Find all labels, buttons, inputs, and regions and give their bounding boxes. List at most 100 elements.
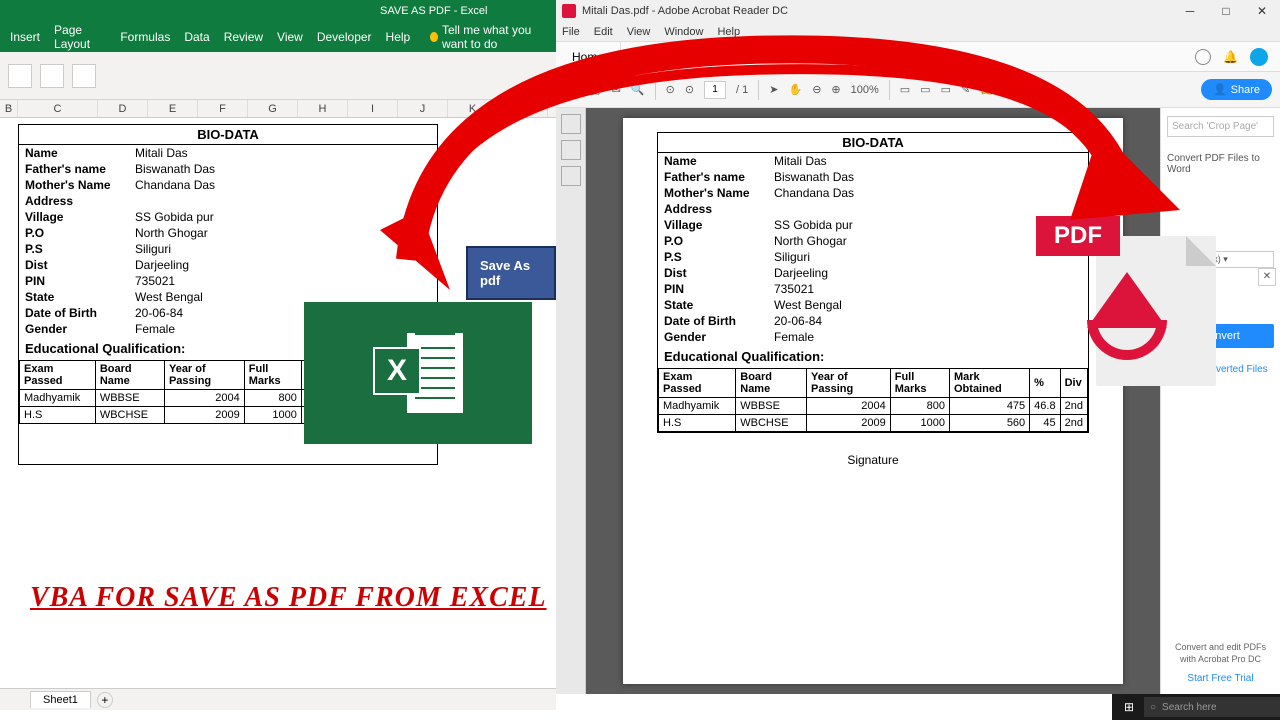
tab-document[interactable]: Mitali Das.pdf✕ [682,42,807,71]
menu-item[interactable]: Edit [594,26,613,38]
acrobat-body: BIO-DATA NameMitali DasFather's nameBisw… [556,108,1280,694]
col-head[interactable]: H [298,100,348,117]
help-icon[interactable] [1195,49,1211,65]
toolbar-button[interactable] [40,64,64,88]
col-head[interactable]: E [148,100,198,117]
tool-icon[interactable]: ▭ [941,83,951,96]
table-cell: WBBSE [95,390,164,407]
page-down-icon[interactable]: ⊙ [685,83,694,96]
ribbon-tab[interactable]: Page Layout [54,23,106,51]
biodata-row: VillageSS Gobida pur [19,209,437,225]
toolbar-button[interactable] [8,64,32,88]
ribbon-tab[interactable]: Data [184,30,209,44]
acrobat-toolbar: 💾 🖨 ✉ 🔍 ⊙ ⊙ / 1 ➤ ✋ ⊖ ⊕ 100% ▭ ▭ ▭ ✎ ✍ 👤… [556,72,1280,108]
col-head[interactable]: J [398,100,448,117]
zoom-out-icon[interactable]: ⊖ [812,83,821,96]
tool-icon[interactable]: ▭ [920,83,930,96]
bookmarks-icon[interactable] [561,140,581,160]
tab-home[interactable]: Home [556,42,621,71]
search-icon[interactable]: 🔍 [631,83,645,96]
edu-header: Board Name [736,369,807,398]
edu-header: Exam Passed [20,361,96,390]
col-head[interactable]: C [18,100,98,117]
attachments-icon[interactable] [561,166,581,186]
biodata-row: Father's nameBiswanath Das [658,169,1088,185]
menu-item[interactable]: Help [717,26,740,38]
sheet-tab[interactable]: Sheet1 [30,691,91,708]
save-as-pdf-button[interactable]: Save As pdf [466,246,556,300]
table-cell: 560 [950,415,1030,432]
close-button[interactable]: ✕ [1250,4,1274,18]
share-button[interactable]: 👤Share [1201,79,1272,100]
start-button[interactable]: ⊞ [1116,696,1142,718]
hand-icon[interactable]: ✋ [788,83,802,96]
biodata-row: Mother's NameChandana Das [658,185,1088,201]
col-head[interactable]: B [0,100,18,117]
menu-item[interactable]: File [562,26,580,38]
promo-text: with Acrobat Pro DC [1167,653,1274,666]
biodata-row: DistDarjeeling [19,257,437,273]
thumbnails-icon[interactable] [561,114,581,134]
add-sheet-button[interactable]: + [97,692,113,708]
panel-close-button[interactable]: ✕ [1258,268,1276,286]
tell-me-search[interactable]: Tell me what you want to do [430,23,556,51]
biodata-row: DistDarjeeling [658,265,1088,281]
menu-item[interactable]: View [627,26,651,38]
print-icon[interactable]: 🖨 [588,83,602,96]
user-avatar-icon[interactable] [1250,48,1268,66]
trial-link[interactable]: Start Free Trial [1167,672,1274,686]
page-up-icon[interactable]: ⊙ [666,83,675,96]
mail-icon[interactable]: ✉ [612,83,621,96]
biodata-row: StateWest Bengal [658,297,1088,313]
edu-header: Full Marks [890,369,949,398]
col-head[interactable]: F [198,100,248,117]
acrobat-title: Mitali Das.pdf - Adobe Acrobat Reader DC [582,5,788,17]
signature-label: Signature [637,453,1109,467]
tool-icon[interactable]: ▭ [900,83,910,96]
minimize-button[interactable]: ─ [1178,4,1202,18]
ribbon-tab[interactable]: Help [386,30,411,44]
save-icon[interactable]: 💾 [564,83,578,96]
toolbar-button[interactable] [72,64,96,88]
table-cell: 475 [950,398,1030,415]
excel-logo-overlay: X [304,302,532,444]
col-head[interactable]: G [248,100,298,117]
biodata-row: Mother's NameChandana Das [19,177,437,193]
table-cell: 2nd [1060,415,1087,432]
edu-header: Exam Passed [659,369,736,398]
ribbon-tab[interactable]: Developer [317,30,372,44]
ribbon-tab[interactable]: Formulas [120,30,170,44]
table-cell: 2nd [1060,398,1087,415]
maximize-button[interactable]: □ [1214,4,1238,18]
page-viewport[interactable]: BIO-DATA NameMitali DasFather's nameBisw… [586,108,1160,694]
tab-tools[interactable]: Tools [621,42,682,71]
bulb-icon [430,32,438,42]
ribbon-tab[interactable]: View [277,30,303,44]
sign-icon[interactable]: ✍ [980,83,994,96]
table-cell: Madhyamik [20,390,96,407]
col-head[interactable]: L [498,100,548,117]
close-tab-icon[interactable]: ✕ [781,50,790,63]
excel-toolbar [0,52,556,100]
col-head[interactable]: I [348,100,398,117]
promo-text: Convert and edit PDFs [1167,641,1274,654]
acrobat-titlebar: Mitali Das.pdf - Adobe Acrobat Reader DC… [556,0,1280,22]
tools-search-input[interactable]: Search 'Crop Page' [1167,116,1274,137]
edu-header: Year of Passing [807,369,891,398]
edu-header: Full Marks [244,361,301,390]
menu-item[interactable]: Window [664,26,703,38]
biodata-row: P.ONorth Ghogar [658,233,1088,249]
col-head[interactable]: K [448,100,498,117]
bell-icon[interactable]: 🔔 [1223,50,1238,64]
pointer-icon[interactable]: ➤ [769,83,778,96]
zoom-in-icon[interactable]: ⊕ [831,83,840,96]
page-number-input[interactable] [704,81,726,99]
biodata-row: P.SSiliguri [19,241,437,257]
pdf-logo-overlay: PDF [1036,216,1216,396]
zoom-level[interactable]: 100% [851,84,879,96]
ribbon-tab[interactable]: Review [224,30,263,44]
taskbar-search[interactable]: ○Search here [1144,697,1280,717]
col-head[interactable]: D [98,100,148,117]
highlight-icon[interactable]: ✎ [961,83,970,96]
ribbon-tab[interactable]: Insert [10,30,40,44]
